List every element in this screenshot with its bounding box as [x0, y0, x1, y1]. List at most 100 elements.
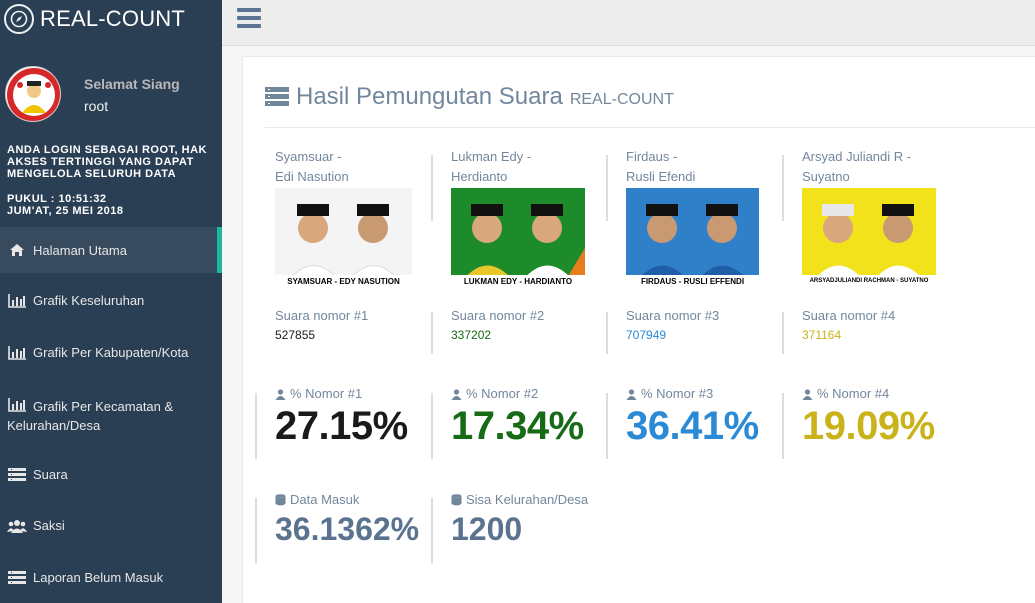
- photo-caption: SYAMSUAR - EDY NASUTION: [275, 275, 412, 288]
- percent-block: % Nomor #4 19.09%: [802, 386, 935, 449]
- divider: [255, 393, 257, 459]
- sidebar-item-saksi[interactable]: Saksi: [0, 518, 65, 534]
- login-note: ANDA LOGIN SEBAGAI ROOT, HAK AKSES TERTI…: [7, 144, 207, 180]
- percent-label-text: % Nomor #2: [466, 386, 539, 401]
- vote-label: Suara nomor #1: [275, 308, 369, 323]
- clock: PUKUL : 10:51:32 JUM'AT, 25 MEI 2018: [7, 193, 123, 217]
- menu-toggle-icon[interactable]: [237, 8, 261, 28]
- stat-label: Sisa Kelurahan/Desa: [451, 492, 588, 507]
- home-icon: [7, 242, 27, 258]
- candidate-name-line2: Edi Nasution: [275, 169, 349, 184]
- stat-label: Data Masuk: [275, 492, 419, 507]
- candidate-photo: ARSYADJULIANDI RACHMAN - SUYATNO: [802, 188, 936, 288]
- list-icon: [7, 570, 27, 586]
- sidebar-item-label-line2: Kelurahan/Desa: [7, 418, 101, 433]
- divider: [606, 393, 608, 459]
- candidate-photo: FIRDAUS - RUSLI EFFENDI: [626, 188, 759, 288]
- list-icon: [7, 467, 27, 483]
- divider: [431, 393, 433, 459]
- candidate-name-line1: Syamsuar -: [275, 149, 342, 164]
- server-icon: [265, 87, 289, 107]
- page-subtitle: REAL-COUNT: [569, 91, 674, 108]
- divider: [431, 155, 433, 221]
- sidebar-item-label: Grafik Per Kabupaten/Kota: [33, 345, 189, 360]
- photo-caption: LUKMAN EDY - HARDIANTO: [451, 275, 585, 288]
- percent-label-text: % Nomor #1: [290, 386, 363, 401]
- database-icon: [451, 493, 462, 506]
- top-nav: [222, 0, 1035, 46]
- clock-date: JUM'AT, 25 MEI 2018: [7, 205, 124, 217]
- stat-label-text: Sisa Kelurahan/Desa: [466, 492, 589, 507]
- bar-chart-icon: [7, 293, 27, 309]
- user-icon: [275, 388, 286, 400]
- sidebar-item-grafik-keseluruhan[interactable]: Grafik Keseluruhan: [0, 293, 144, 309]
- sidebar-item-label-line1: Grafik Per Kecamatan &: [33, 399, 174, 414]
- greeting: Selamat Siang: [84, 76, 180, 92]
- percent-label: % Nomor #2: [451, 386, 584, 401]
- database-icon: [275, 493, 286, 506]
- vote-label: Suara nomor #4: [802, 308, 896, 323]
- sidebar-item-label: Saksi: [33, 518, 65, 533]
- bar-chart-icon: [7, 345, 27, 361]
- divider: [782, 393, 784, 459]
- divider: [782, 155, 784, 221]
- candidate-card: Arsyad Juliandi R - Suyatno ARSYADJULIAN…: [802, 147, 936, 288]
- vote-count: 527855: [275, 328, 316, 342]
- sidebar-item-label: Suara: [33, 467, 68, 482]
- candidate-photo: SYAMSUAR - EDY NASUTION: [275, 188, 412, 288]
- candidate-photo: LUKMAN EDY - HARDIANTO: [451, 188, 585, 288]
- sidebar-item-label: Halaman Utama: [33, 242, 127, 258]
- percent-value: 17.34%: [451, 404, 584, 448]
- clock-time: PUKUL : 10:51:32: [7, 193, 107, 205]
- stat-label-text: Data Masuk: [290, 492, 360, 507]
- vote-block: Suara nomor #2 337202: [451, 308, 544, 342]
- candidate-name-line1: Firdaus -: [626, 149, 678, 164]
- sidebar-item-grafik-kabupaten[interactable]: Grafik Per Kabupaten/Kota: [0, 345, 188, 361]
- percent-value: 19.09%: [802, 404, 935, 448]
- divider: [265, 127, 1035, 128]
- percent-label: % Nomor #3: [626, 386, 759, 401]
- vote-block: Suara nomor #1 527855: [275, 308, 368, 342]
- vote-block: Suara nomor #4 371164: [802, 308, 895, 342]
- vote-block: Suara nomor #3 707949: [626, 308, 719, 342]
- divider: [782, 312, 784, 354]
- sidebar-item-suara[interactable]: Suara: [0, 467, 68, 483]
- user-icon: [451, 388, 462, 400]
- candidate-name-line1: Lukman Edy -: [451, 149, 532, 164]
- candidate-name-line2: Rusli Efendi: [626, 169, 696, 184]
- compass-icon: [4, 4, 34, 34]
- percent-label: % Nomor #1: [275, 386, 408, 401]
- candidate-name-line2: Suyatno: [802, 169, 850, 184]
- candidate-card: Syamsuar - Edi Nasution SYAMSUAR - EDY N…: [275, 147, 412, 288]
- divider: [431, 498, 433, 564]
- vote-count: 337202: [451, 328, 492, 342]
- percent-value: 36.41%: [626, 404, 759, 448]
- divider: [255, 498, 257, 564]
- sidebar-menu: Halaman Utama Grafik Keseluruhan Grafik …: [0, 227, 222, 585]
- candidate-card: Lukman Edy - Herdianto LUKMAN EDY - HARD…: [451, 147, 585, 288]
- panel-title: Hasil Pemungutan Suara REAL-COUNT: [265, 83, 674, 111]
- app-title: REAL-COUNT: [40, 6, 186, 31]
- avatar: [5, 66, 61, 122]
- user-icon: [802, 388, 813, 400]
- vote-label: Suara nomor #2: [451, 308, 545, 323]
- divider: [606, 312, 608, 354]
- brand[interactable]: REAL-COUNT: [0, 0, 222, 38]
- sidebar-item-label: Grafik Per Kecamatan & Kelurahan/Desa: [7, 397, 174, 435]
- percent-block: % Nomor #1 27.15%: [275, 386, 408, 449]
- data-masuk-block: Data Masuk 36.1362%: [275, 492, 419, 548]
- percent-value: 27.15%: [275, 404, 408, 448]
- vote-count: 707949: [626, 328, 667, 342]
- percent-label-text: % Nomor #4: [817, 386, 890, 401]
- photo-caption: ARSYADJULIANDI RACHMAN - SUYATNO: [802, 275, 936, 288]
- sidebar-item-label: Grafik Keseluruhan: [33, 293, 145, 308]
- percent-block: % Nomor #2 17.34%: [451, 386, 584, 449]
- data-masuk-value: 36.1362%: [275, 511, 420, 547]
- sidebar-item-laporan[interactable]: Laporan Belum Masuk: [0, 570, 163, 586]
- candidate-name-line2: Herdianto: [451, 169, 508, 184]
- vote-label: Suara nomor #3: [626, 308, 720, 323]
- percent-block: % Nomor #3 36.41%: [626, 386, 759, 449]
- vote-count: 371164: [802, 328, 842, 342]
- sidebar-item-grafik-kecamatan[interactable]: Grafik Per Kecamatan & Kelurahan/Desa: [0, 397, 200, 435]
- sidebar-item-halaman-utama[interactable]: Halaman Utama: [0, 227, 222, 273]
